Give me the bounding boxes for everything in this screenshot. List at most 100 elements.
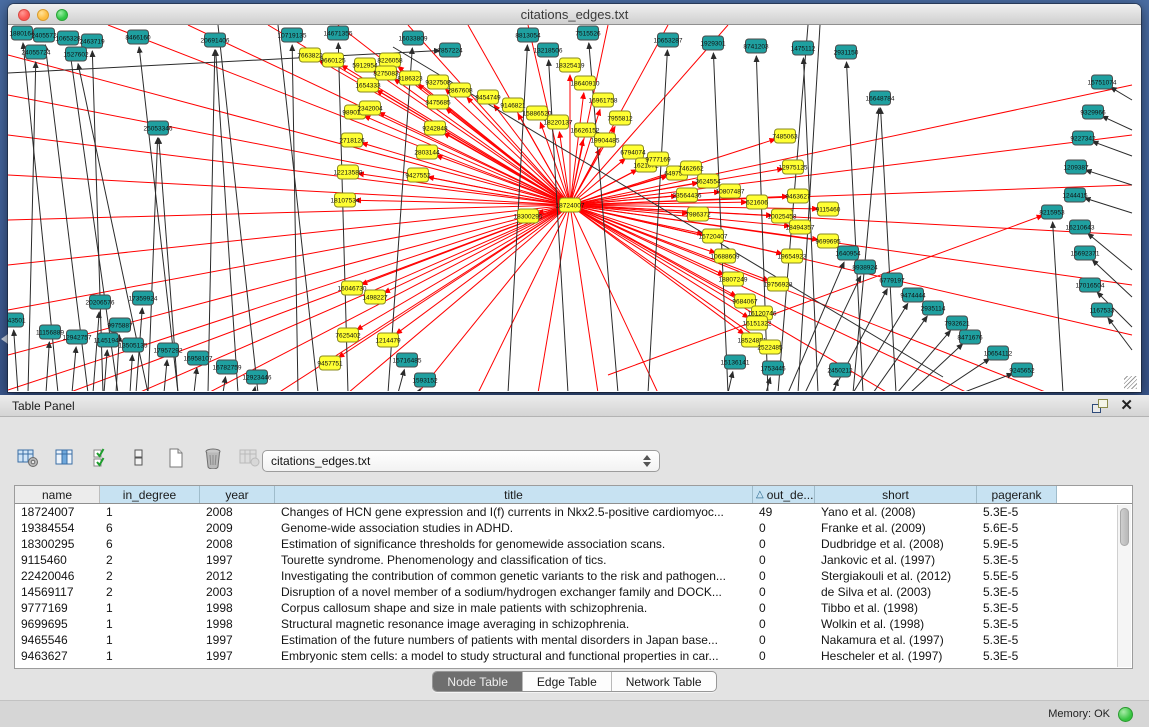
graph-node-yellow[interactable]: 7986372 (685, 207, 711, 221)
graph-node-teal[interactable]: 8813054 (515, 28, 541, 42)
graph-node-teal[interactable]: 20206576 (86, 295, 115, 309)
table-cell[interactable]: 2 (100, 552, 200, 568)
graph-node-teal[interactable]: 1527602 (63, 47, 89, 61)
network-graph[interactable]: 1872400718300295766382296601255912954165… (8, 25, 1139, 391)
graph-node-teal[interactable]: 9343501 (8, 313, 26, 327)
graph-node-teal[interactable]: 9329966 (1080, 105, 1106, 119)
table-cell[interactable]: 0 (753, 584, 815, 600)
graph-node-yellow[interactable]: 16961758 (589, 93, 618, 107)
table-row[interactable]: 946554611997Estimation of the future num… (15, 632, 1132, 648)
graph-node-teal[interactable]: 2450212 (827, 363, 853, 377)
table-cell[interactable]: Stergiakouli et al. (2012) (815, 568, 977, 584)
graph-node-teal[interactable]: 16033809 (399, 31, 428, 45)
graph-node-yellow[interactable]: 10807487 (716, 184, 745, 198)
table-cell[interactable]: 18300295 (15, 536, 100, 552)
graph-node-yellow[interactable]: 9699695 (815, 234, 841, 248)
graph-node-yellow[interactable]: 9777169 (645, 152, 671, 166)
graph-node-teal[interactable]: 10653287 (654, 33, 683, 47)
graph-node-teal[interactable]: 8466160 (125, 30, 151, 44)
table-cell[interactable]: 5.3E-5 (977, 552, 1057, 568)
graph-node-teal[interactable]: 2463719 (79, 34, 105, 48)
graph-node-teal[interactable]: 10654112 (984, 346, 1013, 360)
table-cell[interactable]: Estimation of the future numbers of pati… (275, 632, 753, 648)
graph-node-teal[interactable]: 1065328 (55, 31, 81, 45)
table-cell[interactable]: 0 (753, 600, 815, 616)
table-row[interactable]: 946362711997Embryonic stem cells: a mode… (15, 648, 1132, 664)
graph-node-teal[interactable]: 7932621 (944, 316, 970, 330)
table-cell[interactable]: 5.6E-5 (977, 520, 1057, 536)
table-cell[interactable]: Dudbridge et al. (2008) (815, 536, 977, 552)
table-cell[interactable]: 5.3E-5 (977, 504, 1057, 520)
table-cell[interactable]: de Silva et al. (2003) (815, 584, 977, 600)
graph-node-yellow[interactable]: 10688609 (711, 249, 740, 263)
graph-node-yellow[interactable]: 15720407 (699, 229, 728, 243)
delete-icon[interactable] (201, 447, 225, 469)
graph-node-yellow[interactable]: 2803144 (414, 145, 440, 159)
graph-node-teal[interactable]: 1244415 (1062, 188, 1088, 202)
table-cell[interactable]: 9465546 (15, 632, 100, 648)
graph-node-yellow[interactable]: 3624554 (695, 174, 721, 188)
table-cell[interactable]: 2003 (200, 584, 275, 600)
table-mode-icon[interactable] (16, 447, 40, 469)
table-cell[interactable]: 0 (753, 520, 815, 536)
graph-node-yellow[interactable]: 1498227 (362, 290, 388, 304)
table-cell[interactable]: 5.5E-5 (977, 568, 1057, 584)
table-row[interactable]: 1830029562008Estimation of significance … (15, 536, 1132, 552)
table-cell[interactable]: Corpus callosum shape and size in male p… (275, 600, 753, 616)
table-cell[interactable]: 1 (100, 648, 200, 664)
table-cell[interactable]: 2 (100, 568, 200, 584)
table-cell[interactable]: 0 (753, 536, 815, 552)
column-header-name[interactable]: name (15, 486, 100, 503)
graph-node-teal[interactable]: 13505135 (119, 338, 148, 352)
graph-node-teal[interactable]: 2935114 (921, 301, 946, 315)
graph-node-yellow[interactable]: 19654923 (778, 249, 807, 263)
table-cell[interactable]: Franke et al. (2009) (815, 520, 977, 536)
graph-node-yellow[interactable]: 18325419 (556, 58, 585, 72)
column-header-pagerank[interactable]: pagerank (977, 486, 1057, 503)
graph-node-yellow[interactable]: 2522485 (757, 340, 783, 354)
table-cell[interactable]: 1997 (200, 632, 275, 648)
graph-node-yellow[interactable]: 7625402 (335, 328, 361, 342)
graph-node-teal[interactable]: 7515526 (575, 26, 601, 40)
graph-node-yellow[interactable]: 7485063 (772, 129, 798, 143)
table-cell[interactable]: 1998 (200, 616, 275, 632)
graph-node-yellow[interactable]: 6794074 (620, 145, 646, 159)
tab-node-table[interactable]: Node Table (433, 672, 522, 691)
graph-node-yellow[interactable]: 12975125 (779, 160, 808, 174)
table-cell[interactable]: Embryonic stem cells: a model to study s… (275, 648, 753, 664)
table-cell[interactable]: 1997 (200, 648, 275, 664)
graph-node-teal[interactable]: 12923446 (243, 370, 272, 384)
graph-node-yellow[interactable]: 23564436 (673, 188, 702, 202)
table-cell[interactable]: Structural magnetic resonance image aver… (275, 616, 753, 632)
column-header-out_de[interactable]: △out_de... (753, 486, 815, 503)
table-row[interactable]: 1938455462009Genome-wide association stu… (15, 520, 1132, 536)
table-cell[interactable]: Disruption of a novel member of a sodium… (275, 584, 753, 600)
graph-node-teal[interactable]: 8471676 (957, 330, 983, 344)
graph-node-teal[interactable]: 15136141 (721, 355, 750, 369)
table-row[interactable]: 911546021997Tourette syndrome. Phenomeno… (15, 552, 1132, 568)
table-cell[interactable]: 0 (753, 552, 815, 568)
table-cell[interactable]: 5.3E-5 (977, 648, 1057, 664)
graph-node-teal[interactable]: 6779197 (879, 273, 905, 287)
graph-node-yellow[interactable]: 8275083 (373, 66, 399, 80)
column-header-short[interactable]: short (815, 486, 977, 503)
graph-node-yellow[interactable]: 9660125 (320, 53, 346, 67)
graph-node-yellow[interactable]: 12213589 (334, 165, 363, 179)
graph-node-yellow[interactable]: 18300295 (514, 209, 543, 223)
graph-node-yellow[interactable]: 18640910 (571, 76, 600, 90)
rows-icon[interactable] (127, 447, 151, 469)
table-cell[interactable]: 0 (753, 568, 815, 584)
table-cell[interactable]: 19384554 (15, 520, 100, 536)
new-column-icon[interactable] (164, 447, 188, 469)
table-cell[interactable]: 2008 (200, 536, 275, 552)
graph-node-teal[interactable]: 1475112 (791, 41, 816, 55)
graph-node-yellow[interactable]: 18724007 (556, 198, 585, 212)
graph-node-teal[interactable]: 1929301 (700, 36, 726, 50)
graph-node-teal[interactable]: 1167533 (1090, 303, 1115, 317)
graph-node-teal[interactable]: 1640954 (835, 246, 861, 260)
graph-node-yellow[interactable]: 9457751 (317, 356, 343, 370)
graph-node-yellow[interactable]: 18807249 (719, 272, 748, 286)
table-cell[interactable]: Hescheler et al. (1997) (815, 648, 977, 664)
collapse-panel-icon[interactable] (1, 334, 8, 344)
graph-node-yellow[interactable]: 7663822 (297, 48, 323, 62)
